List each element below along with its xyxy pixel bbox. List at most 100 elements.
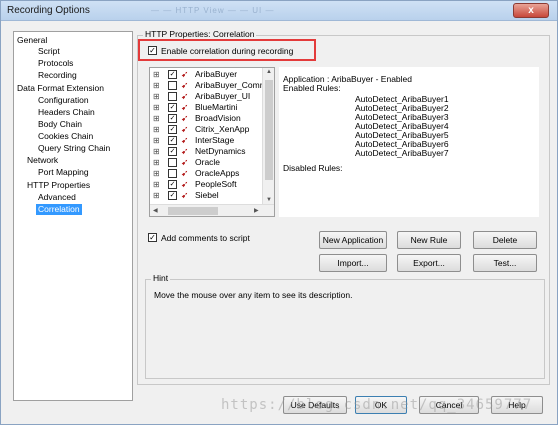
app-checkbox[interactable]: ✓ xyxy=(168,125,177,134)
app-label: NetDynamics xyxy=(195,146,246,156)
tree-item-http-properties[interactable]: HTTP Properties xyxy=(27,180,90,191)
scroll-up-icon[interactable]: ▲ xyxy=(266,69,272,75)
app-label: PeopleSoft xyxy=(195,179,237,189)
disabled-rules-label: Disabled Rules: xyxy=(283,163,343,173)
app-arrow-icon: ➹ xyxy=(181,91,189,101)
horizontal-scroll-thumb[interactable] xyxy=(168,207,218,215)
app-label: BroadVision xyxy=(195,113,241,123)
tree-item-advanced[interactable]: Advanced xyxy=(38,192,76,203)
list-item[interactable]: ⊞ ✓ ➹ BroadVision xyxy=(150,113,262,124)
app-checkbox[interactable]: ✓ xyxy=(168,70,177,79)
app-label: OracleApps xyxy=(195,168,240,178)
list-item[interactable]: ⊞ ✓ ➹ AribaBuyer xyxy=(150,69,262,80)
expand-icon[interactable]: ⊞ xyxy=(153,70,162,79)
hint-title: Hint xyxy=(151,273,171,283)
expand-icon[interactable]: ⊞ xyxy=(153,136,162,145)
app-arrow-icon: ➹ xyxy=(181,102,189,112)
app-checkbox[interactable]: ✓ xyxy=(168,103,177,112)
app-label: Siebel xyxy=(195,190,219,200)
app-checkbox[interactable]: ✓ xyxy=(168,136,177,145)
hint-text: Move the mouse over any item to see its … xyxy=(154,290,353,300)
expand-icon[interactable]: ⊞ xyxy=(153,158,162,167)
tree-item-general[interactable]: General xyxy=(17,35,47,46)
new-rule-button[interactable]: New Rule xyxy=(397,231,461,249)
list-item[interactable]: ⊞ ✓ ➹ Citrix_XenApp xyxy=(150,124,262,135)
expand-icon[interactable]: ⊞ xyxy=(153,147,162,156)
options-tree[interactable]: General Script Protocols Recording Data … xyxy=(13,31,133,401)
tree-item-port-mapping[interactable]: Port Mapping xyxy=(38,167,89,178)
expand-icon[interactable]: ⊞ xyxy=(153,125,162,134)
correlation-group-title: HTTP Properties: Correlation xyxy=(143,29,257,39)
recording-options-window: Recording Options — — HTTP View — — UI —… xyxy=(0,0,558,425)
vertical-scrollbar[interactable]: ▲ ▼ xyxy=(262,68,274,204)
enable-correlation-checkbox[interactable]: ✓ xyxy=(148,46,157,55)
list-item[interactable]: ⊞ ✓ ➹ NetDynamics xyxy=(150,146,262,157)
app-checkbox[interactable] xyxy=(168,158,177,167)
tree-item-correlation[interactable]: Correlation xyxy=(36,204,82,215)
list-item[interactable]: ⊞ ➹ AribaBuyer_Comm xyxy=(150,80,267,91)
app-label: InterStage xyxy=(195,135,235,145)
app-checkbox[interactable] xyxy=(168,92,177,101)
app-checkbox[interactable]: ✓ xyxy=(168,180,177,189)
expand-icon[interactable]: ⊞ xyxy=(153,81,162,90)
tree-item-cookies-chain[interactable]: Cookies Chain xyxy=(38,131,93,142)
enable-correlation-label: Enable correlation during recording xyxy=(161,46,294,56)
tree-item-configuration[interactable]: Configuration xyxy=(38,95,89,106)
app-label: AribaBuyer_Comm xyxy=(195,80,267,90)
app-arrow-icon: ➹ xyxy=(181,179,189,189)
tree-item-script[interactable]: Script xyxy=(38,46,60,57)
close-button[interactable]: x xyxy=(513,3,549,18)
list-item[interactable]: ⊞ ✓ ➹ PeopleSoft xyxy=(150,179,262,190)
scroll-right-icon[interactable]: ▶ xyxy=(254,207,259,214)
app-arrow-icon: ➹ xyxy=(181,157,189,167)
list-item[interactable]: ⊞ ➹ OracleApps xyxy=(150,168,262,179)
app-checkbox[interactable]: ✓ xyxy=(168,114,177,123)
expand-icon[interactable]: ⊞ xyxy=(153,191,162,200)
test-button[interactable]: Test... xyxy=(473,254,537,272)
vertical-scroll-thumb[interactable] xyxy=(265,80,273,180)
add-comments-checkbox[interactable]: ✓ xyxy=(148,233,157,242)
expand-icon[interactable]: ⊞ xyxy=(153,180,162,189)
import-button[interactable]: Import... xyxy=(319,254,387,272)
horizontal-scrollbar[interactable]: ◀ ▶ xyxy=(150,204,274,216)
list-item[interactable]: ⊞ ✓ ➹ BlueMartini xyxy=(150,102,262,113)
app-checkbox[interactable] xyxy=(168,169,177,178)
list-item[interactable]: ⊞ ➹ Oracle xyxy=(150,157,262,168)
tree-item-data-format-extension[interactable]: Data Format Extension xyxy=(17,83,104,94)
list-item[interactable]: ⊞ ✓ ➹ InterStage xyxy=(150,135,262,146)
expand-icon[interactable]: ⊞ xyxy=(153,92,162,101)
list-item[interactable]: ⊞ ➹ AribaBuyer_UI xyxy=(150,91,262,102)
delete-button[interactable]: Delete xyxy=(473,231,537,249)
tree-item-network[interactable]: Network xyxy=(27,155,58,166)
expand-icon[interactable]: ⊞ xyxy=(153,103,162,112)
list-item[interactable]: ⊞ ✓ ➹ Siebel xyxy=(150,190,262,201)
window-title: Recording Options xyxy=(7,5,90,16)
app-label: BlueMartini xyxy=(195,102,238,112)
scroll-left-icon[interactable]: ◀ xyxy=(153,207,158,214)
tree-item-recording[interactable]: Recording xyxy=(38,70,77,81)
tree-item-protocols[interactable]: Protocols xyxy=(38,58,73,69)
hint-box: Move the mouse over any item to see its … xyxy=(145,279,545,379)
title-ghost-text: — — HTTP View — — UI — xyxy=(151,6,275,15)
app-checkbox[interactable]: ✓ xyxy=(168,147,177,156)
new-application-button[interactable]: New Application xyxy=(319,231,387,249)
scroll-down-icon[interactable]: ▼ xyxy=(266,197,272,203)
app-arrow-icon: ➹ xyxy=(181,168,189,178)
application-list[interactable]: ⊞ ✓ ➹ AribaBuyer ⊞ ➹ AribaBuyer_Comm ⊞ ➹… xyxy=(149,67,275,217)
expand-icon[interactable]: ⊞ xyxy=(153,169,162,178)
app-label: AribaBuyer_UI xyxy=(195,91,251,101)
tree-item-headers-chain[interactable]: Headers Chain xyxy=(38,107,95,118)
expand-icon[interactable]: ⊞ xyxy=(153,114,162,123)
app-arrow-icon: ➹ xyxy=(181,146,189,156)
app-arrow-icon: ➹ xyxy=(181,124,189,134)
app-label: Citrix_XenApp xyxy=(195,124,250,134)
export-button[interactable]: Export... xyxy=(397,254,461,272)
app-checkbox[interactable]: ✓ xyxy=(168,191,177,200)
title-bar[interactable]: Recording Options — — HTTP View — — UI —… xyxy=(1,1,557,21)
app-arrow-icon: ➹ xyxy=(181,80,189,90)
app-arrow-icon: ➹ xyxy=(181,113,189,123)
enabled-rules-label: Enabled Rules: xyxy=(283,83,341,93)
tree-item-body-chain[interactable]: Body Chain xyxy=(38,119,82,130)
tree-item-query-string-chain[interactable]: Query String Chain xyxy=(38,143,110,154)
app-checkbox[interactable] xyxy=(168,81,177,90)
